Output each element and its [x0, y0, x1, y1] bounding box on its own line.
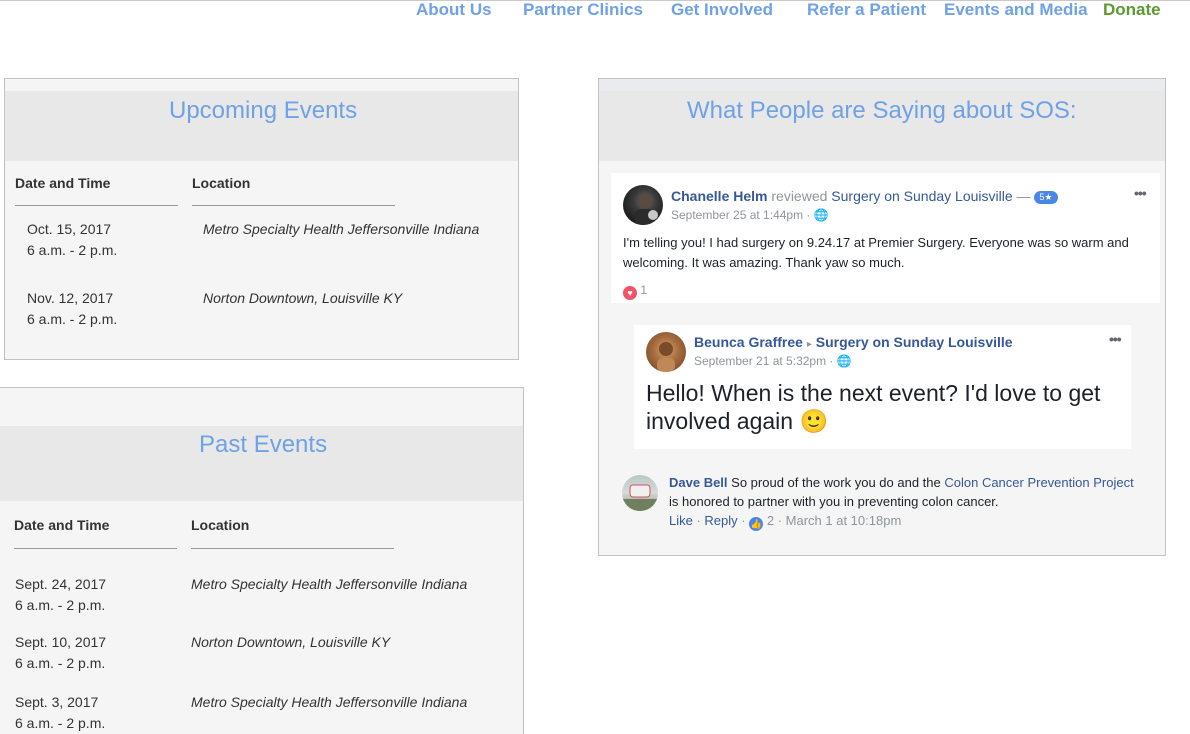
column-underline: [191, 548, 394, 549]
upcoming-events-title: Upcoming Events: [169, 97, 358, 124]
past-events-header: Past Events: [0, 426, 523, 501]
review-dash: —: [1016, 188, 1031, 204]
user-avatar[interactable]: [622, 475, 658, 511]
nav-get-involved[interactable]: Get Involved: [671, 0, 773, 20]
comment-text: So proud of the work you do and the: [727, 475, 945, 490]
event-date-text: Sept. 3, 2017: [15, 694, 99, 710]
nav-events-and-media[interactable]: Events and Media: [944, 0, 1088, 20]
review-author-link[interactable]: Chanelle Helm: [671, 188, 767, 204]
column-underline: [192, 205, 395, 206]
reaction-count: 1: [640, 283, 648, 297]
past-events-panel: Past Events Date and Time Location Sept.…: [0, 387, 524, 734]
review-card: Chanelle Helm reviewed Surgery on Sunday…: [611, 173, 1160, 303]
event-date-text: Sept. 24, 2017: [15, 576, 107, 592]
testimonials-panel: What People are Saying about SOS: Chanel…: [598, 78, 1166, 556]
love-reaction-icon: ♥: [623, 286, 637, 300]
event-date: Sept. 10, 2017 6 a.m. - 2 p.m.: [15, 632, 106, 674]
review-page-link[interactable]: Surgery on Sunday Louisville: [831, 188, 1012, 204]
like-link[interactable]: Like: [669, 513, 693, 528]
event-location: Metro Specialty Health Jeffersonville In…: [203, 221, 480, 237]
user-avatar[interactable]: [623, 185, 663, 225]
event-location: Metro Specialty Health Jeffersonville In…: [191, 576, 468, 592]
nav-donate[interactable]: Donate: [1103, 0, 1161, 20]
comment-author-link[interactable]: Dave Bell: [669, 475, 728, 490]
review-timestamp: September 25 at 1:44pm · 🌐: [671, 208, 829, 222]
event-time-text: 6 a.m. - 2 p.m.: [27, 311, 118, 327]
event-time-text: 6 a.m. - 2 p.m.: [15, 655, 106, 671]
event-time-text: 6 a.m. - 2 p.m.: [15, 715, 106, 731]
more-options-icon[interactable]: •••: [1134, 185, 1147, 201]
review-headline: Chanelle Helm reviewed Surgery on Sunday…: [671, 188, 1058, 204]
nav-about-us[interactable]: About Us: [416, 0, 492, 20]
comment-actions: Like · Reply · 👍 2 · March 1 at 10:18pm: [669, 513, 901, 531]
user-avatar[interactable]: [646, 332, 686, 372]
past-events-title: Past Events: [199, 431, 328, 458]
upcoming-events-header: Upcoming Events: [5, 91, 518, 161]
nav-partner-clinics[interactable]: Partner Clinics: [523, 0, 643, 20]
post-timestamp: September 21 at 5:32pm · 🌐: [694, 354, 852, 368]
like-count[interactable]: 2: [767, 513, 774, 528]
event-location: Metro Specialty Health Jeffersonville In…: [191, 694, 468, 710]
reply-link[interactable]: Reply: [704, 513, 737, 528]
separator: ·: [737, 513, 750, 528]
testimonials-header: What People are Saying about SOS:: [599, 91, 1165, 161]
globe-icon: 🌐: [836, 354, 852, 368]
rating-badge: 5★: [1034, 191, 1058, 204]
column-underline: [14, 548, 177, 549]
globe-icon: 🌐: [813, 208, 829, 222]
event-date-text: Sept. 10, 2017: [15, 634, 107, 650]
post-text: Hello! When is the next event? I'd love …: [646, 379, 1126, 435]
smile-emoji-icon: 🙂: [799, 408, 829, 434]
post-time-text[interactable]: September 21 at 5:32pm ·: [694, 354, 837, 368]
event-time-text: 6 a.m. - 2 p.m.: [27, 242, 118, 258]
avatar-image-icon: [635, 194, 658, 225]
comment-mention-link[interactable]: Colon Cancer Prevention Project: [944, 475, 1133, 490]
column-header-date: Date and Time: [14, 517, 110, 533]
post-page-link[interactable]: Surgery on Sunday Louisville: [816, 334, 1013, 350]
column-header-date: Date and Time: [15, 175, 111, 191]
nav-refer-a-patient[interactable]: Refer a Patient: [807, 0, 926, 20]
avatar-image-icon: [657, 342, 675, 372]
reaction-row[interactable]: ♥ 1: [623, 283, 647, 300]
comment-body: Dave Bell So proud of the work you do an…: [669, 473, 1139, 511]
event-date: Sept. 24, 2017 6 a.m. - 2 p.m.: [15, 574, 106, 616]
event-date-text: Oct. 15, 2017: [27, 221, 112, 237]
arrow-right-icon: ▸: [806, 339, 812, 350]
avatar-image-icon: [622, 484, 658, 511]
comment-timestamp[interactable]: March 1 at 10:18pm: [786, 513, 902, 528]
event-location: Norton Downtown, Louisville KY: [191, 634, 391, 650]
post-text-body: Hello! When is the next event? I'd love …: [646, 380, 1101, 434]
event-location: Norton Downtown, Louisville KY: [203, 290, 403, 306]
column-header-location: Location: [191, 517, 250, 533]
more-options-icon[interactable]: •••: [1109, 331, 1122, 347]
event-date: Oct. 15, 2017 6 a.m. - 2 p.m.: [27, 219, 117, 261]
review-text: I'm telling you! I had surgery on 9.24.1…: [623, 235, 1129, 270]
post-headline: Beunca Graffree ▸ Surgery on Sunday Loui…: [694, 334, 1013, 350]
post-card: Beunca Graffree ▸ Surgery on Sunday Loui…: [634, 325, 1131, 449]
review-action-text: reviewed: [771, 188, 828, 204]
review-time-text[interactable]: September 25 at 1:44pm ·: [671, 208, 814, 222]
upcoming-events-panel: Upcoming Events Date and Time Location O…: [4, 78, 519, 360]
column-header-location: Location: [192, 175, 251, 191]
event-time-text: 6 a.m. - 2 p.m.: [15, 597, 106, 613]
event-date: Sept. 3, 2017 6 a.m. - 2 p.m.: [15, 692, 105, 734]
event-date-text: Nov. 12, 2017: [27, 290, 114, 306]
column-underline: [15, 205, 178, 206]
testimonials-title: What People are Saying about SOS:: [687, 97, 1077, 124]
event-date: Nov. 12, 2017 6 a.m. - 2 p.m.: [27, 288, 117, 330]
post-author-link[interactable]: Beunca Graffree: [694, 334, 803, 350]
like-reaction-icon: 👍: [749, 517, 764, 531]
separator: ·: [774, 513, 786, 528]
separator: ·: [692, 513, 705, 528]
comment-text: is honored to partner with you in preven…: [669, 494, 999, 509]
comment-item: Dave Bell So proud of the work you do an…: [611, 467, 1160, 537]
